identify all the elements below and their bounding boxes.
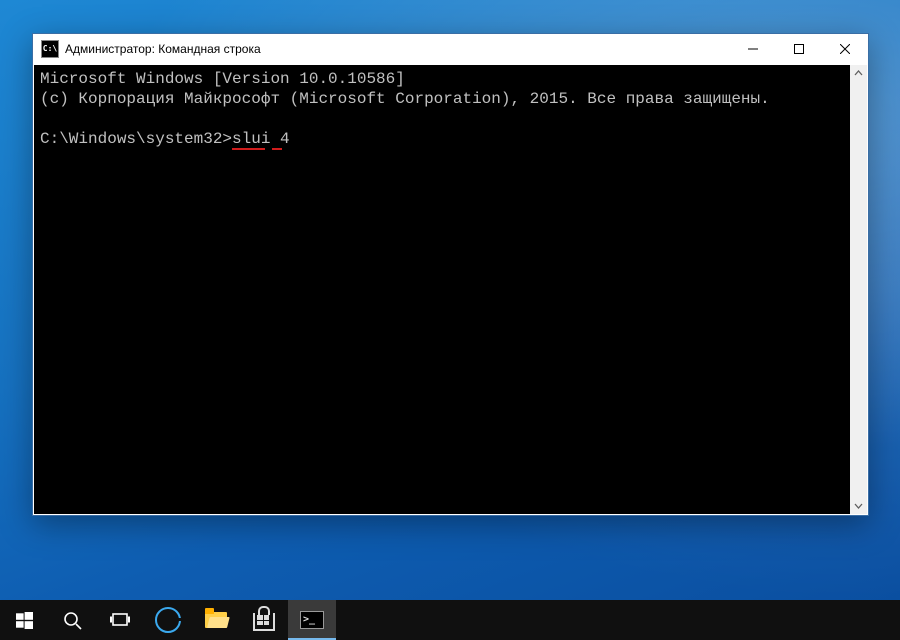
command-prompt-window: C:\ Администратор: Командная строка Micr… xyxy=(32,33,869,516)
maximize-icon xyxy=(794,44,804,54)
chevron-down-icon xyxy=(854,501,863,510)
titlebar[interactable]: C:\ Администратор: Командная строка xyxy=(33,34,868,64)
maximize-button[interactable] xyxy=(776,34,822,64)
terminal-command: slui 4 xyxy=(232,130,290,148)
search-icon xyxy=(63,611,82,630)
task-view-icon xyxy=(110,612,130,628)
cmd-taskbar-icon xyxy=(300,611,324,629)
terminal-output[interactable]: Microsoft Windows [Version 10.0.10586] (… xyxy=(34,65,850,514)
spellcheck-underline xyxy=(272,148,282,150)
store-icon xyxy=(253,613,275,631)
windows-logo-icon xyxy=(16,612,33,629)
store-button[interactable] xyxy=(240,600,288,640)
folder-icon xyxy=(205,612,227,628)
cmd-title-icon: C:\ xyxy=(41,40,59,58)
command-prompt-taskbar-button[interactable] xyxy=(288,600,336,640)
terminal-line: Microsoft Windows [Version 10.0.10586] xyxy=(40,70,405,88)
minimize-icon xyxy=(748,44,758,54)
file-explorer-button[interactable] xyxy=(192,600,240,640)
vertical-scrollbar[interactable] xyxy=(850,65,867,514)
task-view-button[interactable] xyxy=(96,600,144,640)
close-icon xyxy=(840,44,850,54)
terminal-prompt: C:\Windows\system32> xyxy=(40,130,232,148)
start-button[interactable] xyxy=(0,600,48,640)
chevron-up-icon xyxy=(854,69,863,78)
terminal-line: (c) Корпорация Майкрософт (Microsoft Cor… xyxy=(40,90,770,108)
scroll-down-button[interactable] xyxy=(850,497,867,514)
spellcheck-underline xyxy=(232,148,265,150)
scroll-up-button[interactable] xyxy=(850,65,867,82)
search-button[interactable] xyxy=(48,600,96,640)
desktop: C:\ Администратор: Командная строка Micr… xyxy=(0,0,900,640)
taskbar xyxy=(0,600,900,640)
close-button[interactable] xyxy=(822,34,868,64)
edge-button[interactable] xyxy=(144,600,192,640)
window-title: Администратор: Командная строка xyxy=(65,42,261,56)
window-client-area: Microsoft Windows [Version 10.0.10586] (… xyxy=(34,65,867,514)
scroll-track[interactable] xyxy=(850,82,867,497)
minimize-button[interactable] xyxy=(730,34,776,64)
edge-icon xyxy=(155,607,181,633)
